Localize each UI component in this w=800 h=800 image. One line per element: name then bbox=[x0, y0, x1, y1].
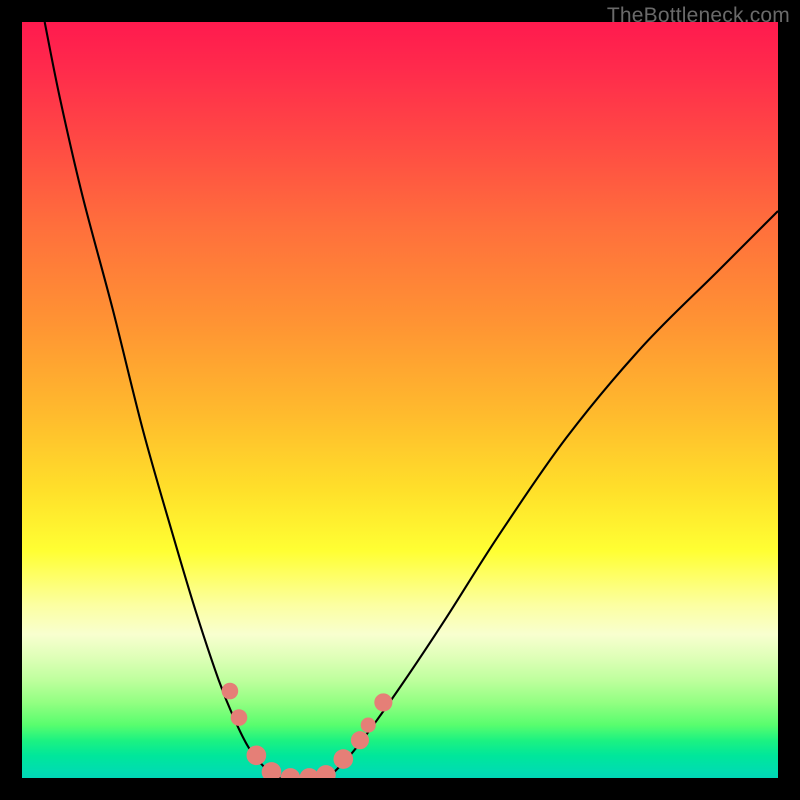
marker-group bbox=[222, 683, 393, 778]
curve-marker bbox=[374, 693, 392, 711]
plot-area bbox=[22, 22, 778, 778]
curve-marker bbox=[316, 765, 336, 778]
curve-marker bbox=[247, 745, 267, 765]
curve-marker bbox=[333, 749, 353, 769]
marker-layer bbox=[22, 22, 778, 778]
curve-marker bbox=[351, 731, 369, 749]
curve-marker bbox=[281, 768, 301, 778]
curve-marker bbox=[222, 683, 239, 700]
curve-marker bbox=[231, 709, 248, 726]
watermark-text: TheBottleneck.com bbox=[607, 4, 790, 28]
curve-marker bbox=[262, 762, 282, 778]
curve-marker bbox=[361, 718, 376, 733]
curve-marker bbox=[299, 768, 319, 778]
